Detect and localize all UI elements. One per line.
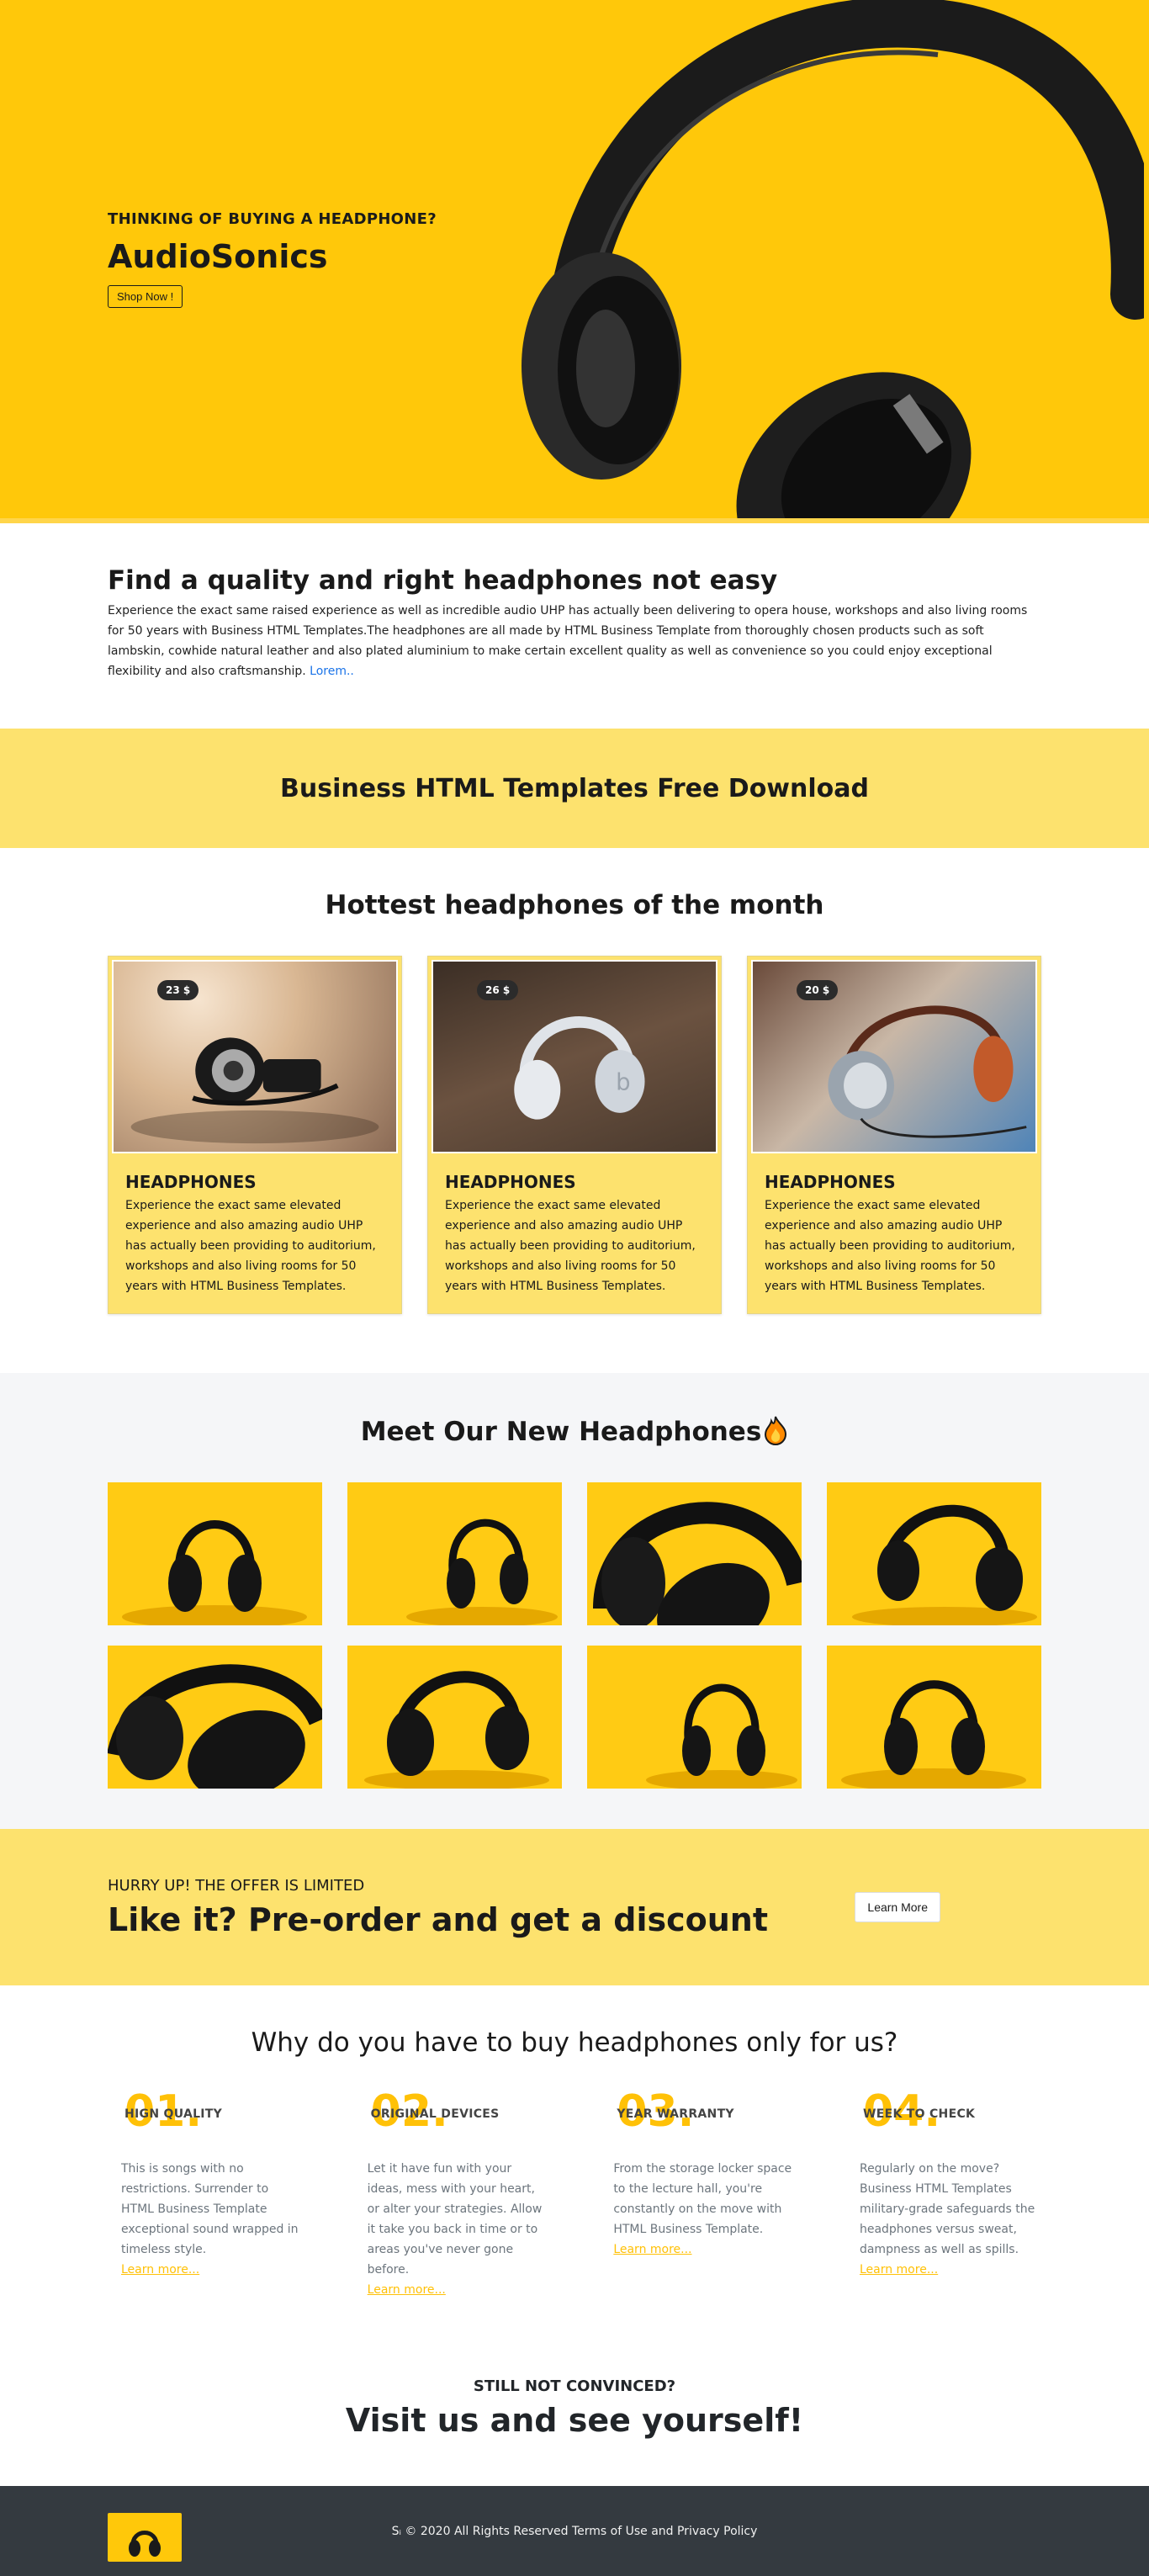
- product-image: b 26 $: [432, 960, 717, 1153]
- learn-more-button[interactable]: Learn More: [855, 1892, 940, 1922]
- feature-title: HIGN QUALITY: [124, 2107, 223, 2121]
- product-card[interactable]: b 26 $ HEADPHONES Experience the exact s…: [427, 956, 722, 1314]
- intro-text: Experience the exact same raised experie…: [108, 601, 1041, 681]
- card-text: Experience the exact same elevated exper…: [445, 1199, 696, 1293]
- gallery-image[interactable]: [587, 1482, 802, 1625]
- feature-text: Regularly on the move? Business HTML Tem…: [859, 2162, 1035, 2256]
- feature-text: This is songs with no restrictions. Surr…: [121, 2162, 299, 2256]
- feature-learn-more-link[interactable]: Learn more...: [121, 2263, 199, 2277]
- feature-learn-more-link[interactable]: Learn more...: [613, 2243, 691, 2256]
- price-badge: 26 $: [477, 980, 519, 1000]
- visit-section: STILL NOT CONVINCED? Visit us and see yo…: [0, 2334, 1149, 2486]
- product-image: 23 $: [112, 960, 398, 1153]
- hottest-section: Hottest headphones of the month 23 $ HEA: [0, 848, 1149, 1373]
- new-headphones-title: Meet Our New Headphones: [108, 1415, 1041, 1447]
- feature-text: From the storage locker space to the lec…: [613, 2162, 792, 2236]
- feature-title: WEEK TO CHECK: [862, 2107, 976, 2121]
- feature-list: 01. HIGN QUALITY This is songs with no r…: [108, 2090, 1041, 2300]
- feature-title: ORIGINAL DEVICES: [370, 2107, 500, 2121]
- product-card[interactable]: 23 $ HEADPHONES Experience the exact sam…: [108, 956, 402, 1314]
- headphone-icon: b: [514, 1016, 645, 1120]
- intro-section: Find a quality and right headphones not …: [0, 523, 1149, 729]
- intro-body: Experience the exact same raised experie…: [108, 604, 1028, 678]
- gallery-image[interactable]: [587, 1646, 802, 1789]
- feature-learn-more-link[interactable]: Learn more...: [368, 2283, 446, 2297]
- new-headphones-section: Meet Our New Headphones: [0, 1373, 1149, 1829]
- product-cards: 23 $ HEADPHONES Experience the exact sam…: [108, 956, 1041, 1314]
- hero-title: AudioSonics: [108, 238, 328, 275]
- feature-text: Let it have fun with your ideas, mess wi…: [367, 2162, 543, 2277]
- preorder-text: HURRY UP! THE OFFER IS LIMITED Like it? …: [108, 1877, 768, 1938]
- card-title: HEADPHONES: [445, 1172, 576, 1192]
- headphone-icon: [828, 1005, 1027, 1138]
- gallery-image[interactable]: [347, 1482, 562, 1625]
- headphone-icon: [130, 1037, 379, 1144]
- headphone-gallery: [108, 1482, 1041, 1789]
- feature-item: 01. HIGN QUALITY This is songs with no r…: [108, 2090, 303, 2300]
- visit-kicker: STILL NOT CONVINCED?: [473, 2377, 676, 2395]
- card-text: Experience the exact same elevated exper…: [765, 1199, 1015, 1293]
- new-headphones-title-text: Meet Our New Headphones: [360, 1417, 762, 1447]
- why-title: Why do you have to buy headphones only f…: [251, 2027, 898, 2058]
- product-image: 20 $: [751, 960, 1037, 1153]
- gallery-image[interactable]: [347, 1646, 562, 1789]
- hero-headphone-image: [522, 0, 1144, 518]
- preorder-title: Like it? Pre-order and get a discount: [108, 1900, 768, 1938]
- gallery-image[interactable]: [108, 1482, 322, 1625]
- svg-text:b: b: [616, 1068, 630, 1095]
- headphone-logo-icon[interactable]: [108, 2513, 182, 2562]
- hero-kicker: THINKING OF BUYING A HEADPHONE?: [108, 210, 437, 228]
- card-title: HEADPHONES: [765, 1172, 896, 1192]
- product-card[interactable]: 20 $ HEADPHONES Experience the exact sam…: [747, 956, 1041, 1314]
- preorder-kicker: HURRY UP! THE OFFER IS LIMITED: [108, 1876, 365, 1895]
- feature-item: 04. WEEK TO CHECK Regularly on the move?…: [846, 2090, 1041, 2300]
- feature-learn-more-link[interactable]: Learn more...: [860, 2263, 938, 2277]
- why-section: Why do you have to buy headphones only f…: [0, 1985, 1149, 2334]
- download-band-title: Business HTML Templates Free Download: [280, 773, 869, 803]
- card-text: Experience the exact same elevated exper…: [125, 1199, 376, 1293]
- download-band: Business HTML Templates Free Download: [0, 729, 1149, 848]
- footer: Sᵢ © 2020 All Rights Reserved Terms of U…: [0, 2486, 1149, 2576]
- feature-item: 02. ORIGINAL DEVICES Let it have fun wit…: [354, 2090, 549, 2300]
- shop-now-button[interactable]: Shop Now !: [108, 285, 183, 308]
- fire-icon: [763, 1415, 788, 1445]
- hero-section: THINKING OF BUYING A HEADPHONE? AudioSon…: [0, 0, 1149, 523]
- price-badge: 20 $: [797, 980, 839, 1000]
- gallery-image[interactable]: [827, 1646, 1041, 1789]
- preorder-section: HURRY UP! THE OFFER IS LIMITED Like it? …: [0, 1829, 1149, 1985]
- gallery-image[interactable]: [827, 1482, 1041, 1625]
- footer-copyright: Sᵢ © 2020 All Rights Reserved Terms of U…: [391, 2524, 758, 2538]
- feature-title: YEAR WARRANTY: [617, 2107, 734, 2121]
- price-badge: 23 $: [157, 980, 199, 1000]
- card-title: HEADPHONES: [125, 1172, 257, 1192]
- intro-title: Find a quality and right headphones not …: [108, 565, 778, 596]
- intro-read-more-link[interactable]: Lorem..: [310, 665, 354, 678]
- hottest-title: Hottest headphones of the month: [325, 890, 824, 920]
- gallery-image[interactable]: [108, 1646, 322, 1789]
- visit-title: Visit us and see yourself!: [345, 2402, 804, 2439]
- feature-item: 03. YEAR WARRANTY From the storage locke…: [600, 2090, 795, 2300]
- hero-text: THINKING OF BUYING A HEADPHONE? AudioSon…: [108, 210, 437, 308]
